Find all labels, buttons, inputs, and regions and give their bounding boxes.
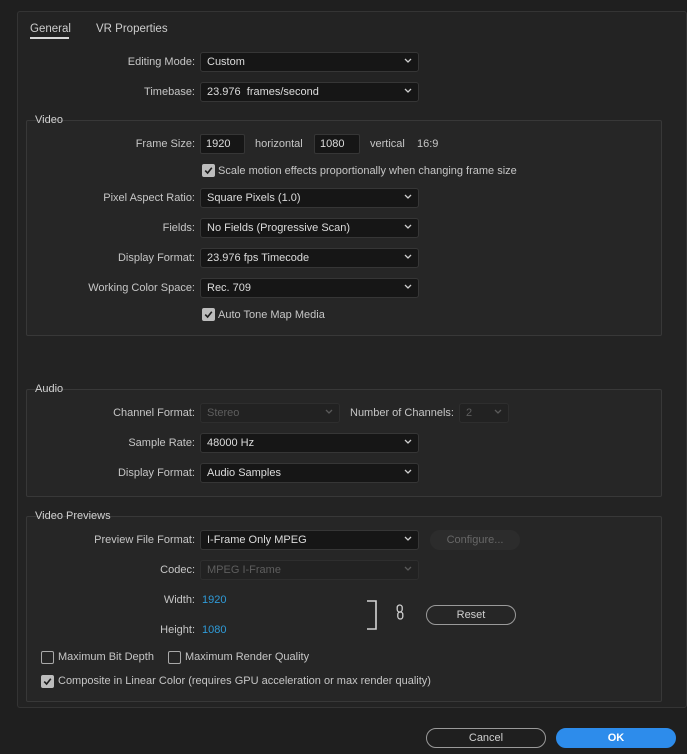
chevron-down-icon — [404, 566, 412, 571]
reset-button[interactable]: Reset — [426, 605, 516, 625]
chevron-down-icon — [404, 224, 412, 229]
chevron-down-icon — [404, 469, 412, 474]
maximum-bit-depth-checkbox[interactable] — [41, 651, 54, 664]
chevron-down-icon — [325, 409, 333, 414]
pixel-aspect-label: Pixel Aspect Ratio: — [103, 192, 195, 204]
working-color-space-dropdown[interactable]: Rec. 709 — [200, 278, 419, 298]
chevron-down-icon — [404, 536, 412, 541]
preview-file-format-value: I-Frame Only MPEG — [207, 534, 307, 546]
preview-width-value[interactable]: 1920 — [202, 594, 226, 607]
sample-rate-dropdown[interactable]: 48000 Hz — [200, 433, 419, 453]
chevron-down-icon — [404, 439, 412, 444]
audio-display-format-value: Audio Samples — [207, 467, 281, 479]
working-color-space-value: Rec. 709 — [207, 282, 252, 294]
checkmark-icon — [43, 678, 52, 686]
sample-rate-label: Sample Rate: — [128, 437, 195, 449]
preview-width-label: Width: — [163, 594, 195, 606]
cancel-button[interactable]: Cancel — [426, 728, 546, 748]
codec-dropdown[interactable]: MPEG I-Frame — [200, 560, 419, 580]
composite-linear-checkbox[interactable] — [41, 675, 54, 688]
channel-format-dropdown[interactable]: Stereo — [200, 403, 340, 423]
preview-file-format-label: Preview File Format: — [94, 534, 195, 546]
chevron-down-icon — [404, 194, 412, 199]
chevron-down-icon — [494, 409, 502, 414]
tab-general-underline — [30, 37, 69, 39]
chevron-down-icon — [404, 58, 412, 63]
chevron-down-icon — [404, 88, 412, 93]
scale-motion-label: Scale motion effects proportionally when… — [218, 165, 517, 177]
editing-mode-value: Custom — [207, 56, 245, 68]
video-previews-group-title: Video Previews — [35, 510, 111, 522]
ok-button[interactable]: OK — [556, 728, 676, 748]
video-display-format-dropdown[interactable]: 23.976 fps Timecode — [200, 248, 419, 268]
audio-display-format-label: Display Format: — [117, 467, 195, 479]
checkmark-icon — [204, 167, 213, 175]
auto-tone-map-label: Auto Tone Map Media — [218, 309, 325, 321]
sample-rate-value: 48000 Hz — [207, 437, 255, 449]
number-of-channels-dropdown[interactable]: 2 — [459, 403, 509, 423]
maximum-render-quality-label: Maximum Render Quality — [185, 651, 310, 663]
video-display-format-value: 23.976 fps Timecode — [207, 252, 310, 264]
tab-vr-properties[interactable]: VR Properties — [96, 23, 168, 35]
chevron-down-icon — [404, 254, 412, 259]
chevron-down-icon — [404, 284, 412, 289]
checkmark-icon — [204, 311, 213, 319]
codec-label: Codec: — [160, 564, 195, 576]
fields-label: Fields: — [162, 222, 195, 234]
preview-height-value[interactable]: 1080 — [202, 624, 226, 637]
video-display-format-label: Display Format: — [117, 252, 195, 264]
working-color-space-label: Working Color Space: — [88, 282, 195, 294]
channel-format-label: Channel Format: — [113, 407, 195, 419]
vertical-label: vertical — [370, 138, 405, 150]
editing-mode-dropdown[interactable]: Custom — [200, 52, 419, 72]
timebase-label: Timebase: — [144, 86, 195, 98]
horizontal-label: horizontal — [255, 138, 303, 150]
pixel-aspect-value: Square Pixels (1.0) — [207, 192, 301, 204]
aspect-ratio-text: 16:9 — [417, 138, 439, 150]
fields-dropdown[interactable]: No Fields (Progressive Scan) — [200, 218, 419, 238]
frame-width-field[interactable]: 1920 — [200, 134, 245, 154]
video-group-title: Video — [35, 114, 63, 126]
pixel-aspect-dropdown[interactable]: Square Pixels (1.0) — [200, 188, 419, 208]
maximum-bit-depth-label: Maximum Bit Depth — [58, 651, 154, 663]
channel-format-value: Stereo — [207, 407, 240, 419]
configure-button[interactable]: Configure... — [430, 530, 520, 550]
maximum-render-quality-checkbox[interactable] — [168, 651, 181, 664]
number-of-channels-label: Number of Channels: — [350, 407, 454, 419]
preview-height-label: Height: — [160, 624, 195, 636]
editing-mode-label: Editing Mode: — [127, 56, 195, 68]
frame-height-field[interactable]: 1080 — [314, 134, 360, 154]
frame-size-label: Frame Size: — [135, 138, 195, 150]
link-bracket — [367, 600, 377, 630]
codec-value: MPEG I-Frame — [207, 564, 281, 576]
chain-link-icon[interactable] — [394, 604, 406, 620]
tab-general[interactable]: General — [30, 23, 71, 35]
timebase-value: 23.976 frames/second — [207, 86, 319, 98]
audio-group-title: Audio — [35, 383, 64, 395]
number-of-channels-value: 2 — [466, 407, 473, 419]
fields-value: No Fields (Progressive Scan) — [207, 222, 351, 234]
scale-motion-checkbox[interactable] — [202, 164, 215, 177]
audio-display-format-dropdown[interactable]: Audio Samples — [200, 463, 419, 483]
composite-linear-label: Composite in Linear Color (requires GPU … — [58, 675, 431, 687]
auto-tone-map-checkbox[interactable] — [202, 308, 215, 321]
preview-file-format-dropdown[interactable]: I-Frame Only MPEG — [200, 530, 419, 550]
timebase-dropdown[interactable]: 23.976 frames/second — [200, 82, 419, 102]
